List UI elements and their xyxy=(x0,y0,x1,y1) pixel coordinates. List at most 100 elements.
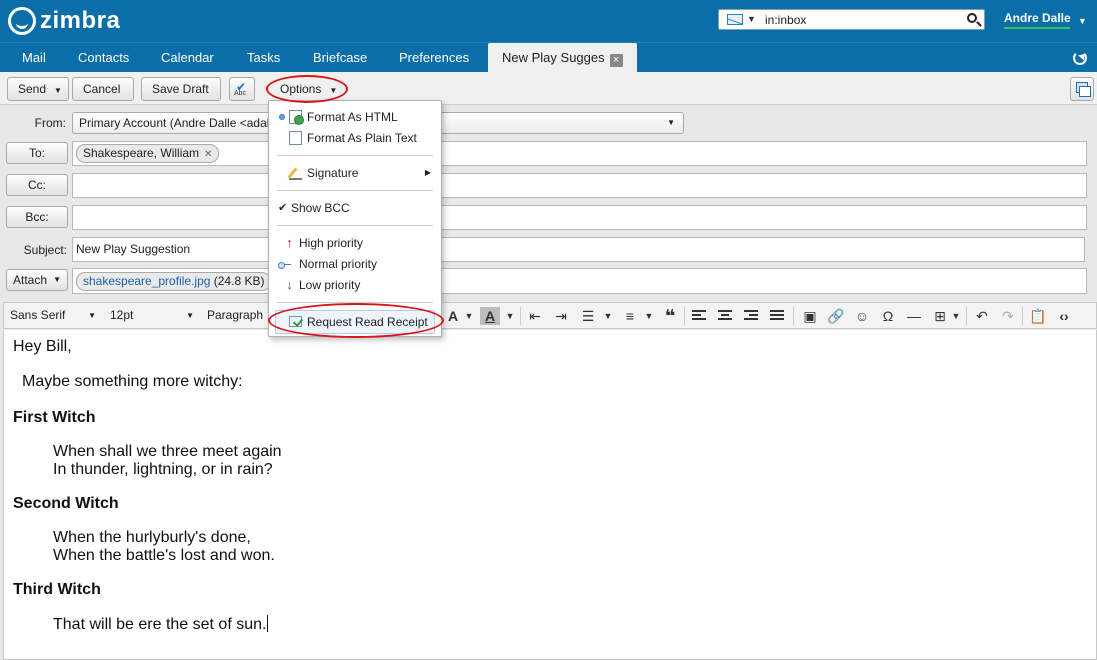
chevron-down-icon[interactable]: ▼ xyxy=(464,307,474,325)
align-center-icon[interactable] xyxy=(718,310,732,322)
chevron-down-icon: ▼ xyxy=(667,118,675,127)
attachment-field: shakespeare_profile.jpg (24.8 KB) xyxy=(72,268,1087,294)
checkmark-icon: ✔ xyxy=(278,202,288,214)
tab-calendar[interactable]: Calendar xyxy=(161,43,214,73)
search-box: ▼ xyxy=(718,9,985,30)
special-character-icon[interactable]: Ω xyxy=(878,307,898,325)
tab-mail[interactable]: Mail xyxy=(22,43,46,73)
zimbra-logo[interactable]: zimbra xyxy=(8,7,120,35)
menu-item-format-plain[interactable]: Format As Plain Text xyxy=(269,128,441,148)
body-greeting: Hey Bill, xyxy=(13,338,72,355)
tab-contacts[interactable]: Contacts xyxy=(78,43,129,73)
attachment-link[interactable]: shakespeare_profile.jpg xyxy=(83,274,210,288)
align-left-icon[interactable] xyxy=(692,310,706,322)
body-line: That will be ere the set of sun. xyxy=(53,616,267,633)
chevron-down-icon[interactable]: ▼ xyxy=(644,307,654,325)
menu-item-high-priority[interactable]: ↑ High priority xyxy=(269,233,441,253)
paste-text-icon[interactable]: 📋 xyxy=(1028,307,1048,325)
toolbar-divider xyxy=(793,307,794,325)
menu-item-label: Show BCC xyxy=(291,201,350,215)
text-cursor xyxy=(267,615,269,632)
user-name[interactable]: Andre Dalle xyxy=(1004,11,1071,29)
bcc-button[interactable]: Bcc: xyxy=(6,206,68,228)
tab-briefcase[interactable]: Briefcase xyxy=(313,43,367,73)
bcc-field[interactable] xyxy=(72,205,1087,230)
save-draft-button[interactable]: Save Draft xyxy=(141,77,221,101)
chevron-down-icon[interactable]: ▼ xyxy=(54,86,62,95)
high-priority-icon: ↑ xyxy=(286,235,293,250)
numbered-list-icon[interactable]: ≡ xyxy=(620,307,640,325)
font-size-value: 12pt xyxy=(110,308,134,322)
table-icon[interactable]: ⊞ xyxy=(930,307,950,325)
message-body[interactable]: Hey Bill, Maybe something more witchy: F… xyxy=(3,330,1097,660)
search-input[interactable] xyxy=(765,11,955,28)
search-type-dropdown-icon[interactable]: ▼ xyxy=(747,14,756,24)
send-button[interactable]: Send ▼ xyxy=(7,77,69,101)
font-size-select[interactable]: 12pt ▼ xyxy=(104,303,200,328)
chevron-down-icon[interactable]: ▼ xyxy=(603,307,613,325)
options-annotation-ring xyxy=(266,75,348,103)
toolbar-divider xyxy=(520,307,521,325)
user-menu-chevron-icon[interactable]: ▼ xyxy=(1078,16,1087,26)
to-button[interactable]: To: xyxy=(6,142,68,164)
attach-button[interactable]: Attach ▼ xyxy=(6,269,68,291)
menu-item-normal-priority[interactable]: Normal priority xyxy=(269,254,441,274)
undo-icon[interactable]: ↶ xyxy=(972,307,992,325)
indent-icon[interactable]: ⇥ xyxy=(551,307,571,325)
block-format-select[interactable]: Paragraph xyxy=(201,303,271,328)
cc-button[interactable]: Cc: xyxy=(6,174,68,196)
body-heading: Third Witch xyxy=(13,581,101,598)
emoticon-icon[interactable]: ☺ xyxy=(852,307,872,325)
chevron-down-icon: ▼ xyxy=(53,275,61,284)
cancel-button[interactable]: Cancel xyxy=(72,77,134,101)
body-line: In thunder, lightning, or in rain? xyxy=(53,461,273,478)
to-field[interactable]: Shakespeare, William ✕ xyxy=(72,141,1087,166)
mail-envelope-icon[interactable] xyxy=(727,14,743,25)
insert-image-icon[interactable]: ▣ xyxy=(800,307,820,325)
tab-preferences[interactable]: Preferences xyxy=(399,43,469,73)
detach-window-icon[interactable] xyxy=(1070,77,1094,101)
block-format-value: Paragraph xyxy=(207,308,264,322)
normal-priority-icon xyxy=(278,257,291,271)
attachment-bubble[interactable]: shakespeare_profile.jpg (24.8 KB) xyxy=(76,272,272,291)
redo-icon[interactable]: ↷ xyxy=(998,307,1018,325)
font-color-icon[interactable]: A xyxy=(443,307,463,325)
source-code-icon[interactable]: ‹› xyxy=(1054,307,1074,325)
close-tab-icon[interactable]: × xyxy=(609,54,623,67)
bullet-list-icon[interactable]: ☰ xyxy=(578,307,598,325)
blockquote-icon[interactable]: ❝ xyxy=(660,307,680,325)
menu-item-label: Format As HTML xyxy=(307,110,398,124)
menu-item-low-priority[interactable]: ↓ Low priority xyxy=(269,275,441,295)
justify-icon[interactable] xyxy=(770,310,784,322)
highlight-color-icon[interactable]: A xyxy=(480,307,500,325)
subject-input[interactable]: New Play Suggestion xyxy=(72,237,1085,262)
outdent-icon[interactable]: ⇤ xyxy=(525,307,545,325)
menu-item-show-bcc[interactable]: ✔ Show BCC xyxy=(269,198,441,218)
menu-item-label: Low priority xyxy=(299,278,361,292)
chevron-down-icon: ▼ xyxy=(88,311,96,320)
menu-item-label: Normal priority xyxy=(299,257,378,271)
menu-divider xyxy=(277,190,433,191)
zimbra-logo-icon xyxy=(8,7,36,35)
chevron-down-icon[interactable]: ▼ xyxy=(951,307,961,325)
tab-compose[interactable]: New Play Sugges × xyxy=(488,43,637,73)
cc-field[interactable] xyxy=(72,173,1087,198)
remove-recipient-icon[interactable]: ✕ xyxy=(204,149,212,160)
recipient-name: Shakespeare, William xyxy=(83,146,200,160)
spell-check-button[interactable]: ✔ Abc xyxy=(229,77,255,101)
refresh-icon[interactable] xyxy=(1073,51,1087,65)
insert-link-icon[interactable]: 🔗 xyxy=(826,307,846,325)
chevron-down-icon[interactable]: ▼ xyxy=(505,307,515,325)
menu-divider xyxy=(277,155,433,156)
menu-item-signature[interactable]: Signature ▶ xyxy=(269,163,441,183)
tab-tasks[interactable]: Tasks xyxy=(247,43,280,73)
horizontal-rule-icon[interactable]: — xyxy=(904,307,924,325)
recipient-bubble[interactable]: Shakespeare, William ✕ xyxy=(76,144,220,163)
menu-item-format-html[interactable]: Format As HTML xyxy=(269,107,441,127)
align-right-icon[interactable] xyxy=(744,310,758,322)
body-line: When shall we three meet again xyxy=(53,443,282,460)
font-family-select[interactable]: Sans Serif ▼ xyxy=(4,303,102,328)
app-tabs: Mail Contacts Calendar Tasks Briefcase P… xyxy=(0,42,1097,73)
search-icon[interactable] xyxy=(967,13,977,23)
menu-item-label: High priority xyxy=(299,236,364,250)
